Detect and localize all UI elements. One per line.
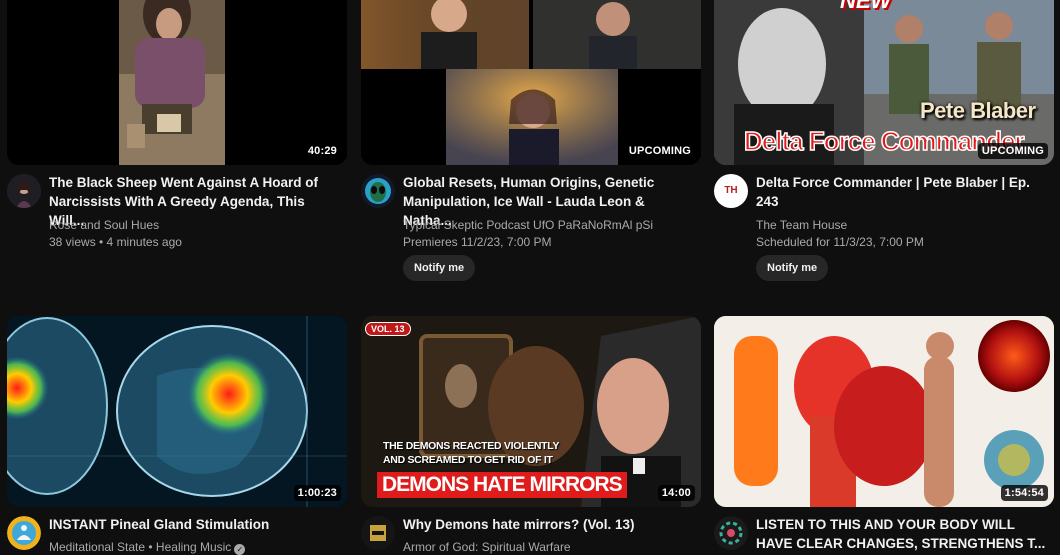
- video-title[interactable]: Why Demons hate mirrors? (Vol. 13): [403, 515, 695, 534]
- avatar-logo-text: TH: [724, 185, 738, 196]
- avatar-image: [7, 174, 41, 208]
- video-title[interactable]: INSTANT Pineal Gland Stimulation: [49, 515, 341, 534]
- thumbnail-subtitle: Pete Blaber: [920, 98, 1036, 123]
- video-duration: 14:00: [657, 485, 695, 501]
- channel-avatar[interactable]: [361, 516, 395, 550]
- thumbnail-banner: DEMONS HATE MIRRORS: [377, 472, 627, 498]
- video-duration: 1:54:54: [1000, 485, 1048, 501]
- avatar-image: [361, 174, 395, 208]
- video-stats: Scheduled for 11/3/23, 7:00 PM: [756, 235, 924, 249]
- channel-name[interactable]: Armor of God: Spiritual Warfare: [403, 539, 695, 555]
- thumbnail-caption-line2: AND SCREAMED TO GET RID OF IT: [383, 454, 553, 466]
- thumbnail-image: [361, 0, 701, 165]
- thumbnail-badge: NEW: [840, 0, 892, 13]
- avatar-image: [714, 516, 748, 550]
- thumbnail-image: [7, 0, 347, 165]
- video-card[interactable]: UPCOMING Global Resets, Human Origins, G…: [361, 0, 701, 284]
- video-card[interactable]: 1:54:54 LISTEN TO THIS AND YOUR BODY WIL…: [714, 316, 1054, 555]
- avatar-image: [361, 516, 395, 550]
- channel-name[interactable]: Meditational State • Healing Music ✓: [49, 539, 341, 555]
- channel-avatar[interactable]: [361, 174, 395, 208]
- thumbnail-caption-line1: THE DEMONS REACTED VIOLENTLY: [383, 440, 560, 452]
- video-thumbnail[interactable]: VOL. 13 THE DEMONS REACTED VIOLENTLY AND…: [361, 316, 701, 507]
- channel-avatar[interactable]: [7, 174, 41, 208]
- channel-name[interactable]: The Team House: [756, 217, 1048, 234]
- avatar-image: [7, 516, 41, 550]
- video-title[interactable]: Delta Force Commander | Pete Blaber | Ep…: [756, 173, 1048, 211]
- notify-me-button[interactable]: Notify me: [403, 255, 476, 281]
- video-card[interactable]: 40:29 The Black Sheep Went Against A Hoa…: [7, 0, 347, 274]
- channel-avatar[interactable]: [714, 516, 748, 550]
- video-thumbnail[interactable]: UPCOMING: [361, 0, 701, 165]
- verified-check-icon: ✓: [234, 544, 246, 555]
- video-status-badge: UPCOMING: [977, 143, 1048, 159]
- notify-me-button[interactable]: Notify me: [756, 255, 829, 281]
- channel-name[interactable]: Rose and Soul Hues: [49, 217, 341, 234]
- video-thumbnail[interactable]: 1:00:23: [7, 316, 347, 507]
- video-title[interactable]: LISTEN TO THIS AND YOUR BODY WILL HAVE C…: [756, 515, 1048, 553]
- video-card[interactable]: NEW Pete Blaber Delta Force Commander UP…: [714, 0, 1054, 284]
- video-duration: 1:00:23: [293, 485, 341, 501]
- video-thumbnail[interactable]: 40:29: [7, 0, 347, 165]
- channel-name-text: Meditational State • Healing Music: [49, 540, 232, 554]
- video-card[interactable]: VOL. 13 THE DEMONS REACTED VIOLENTLY AND…: [361, 316, 701, 555]
- video-status-badge: UPCOMING: [624, 143, 695, 159]
- channel-avatar[interactable]: TH: [714, 174, 748, 208]
- video-duration: 40:29: [303, 143, 341, 159]
- video-grid: 40:29 The Black Sheep Went Against A Hoa…: [0, 0, 1060, 555]
- video-thumbnail[interactable]: 1:54:54: [714, 316, 1054, 507]
- channel-name[interactable]: Typical Skeptic Podcast UfO PaRaNoRmAl p…: [403, 217, 695, 234]
- thumbnail-vol-badge: VOL. 13: [365, 322, 411, 336]
- video-thumbnail[interactable]: NEW Pete Blaber Delta Force Commander UP…: [714, 0, 1054, 165]
- thumbnail-image: [7, 316, 347, 507]
- channel-avatar[interactable]: [7, 516, 41, 550]
- video-stats: 38 views • 4 minutes ago: [49, 235, 182, 249]
- thumbnail-image: [714, 316, 1054, 507]
- video-stats: Premieres 11/2/23, 7:00 PM: [403, 235, 552, 249]
- video-card[interactable]: 1:00:23 INSTANT Pineal Gland Stimulation…: [7, 316, 347, 555]
